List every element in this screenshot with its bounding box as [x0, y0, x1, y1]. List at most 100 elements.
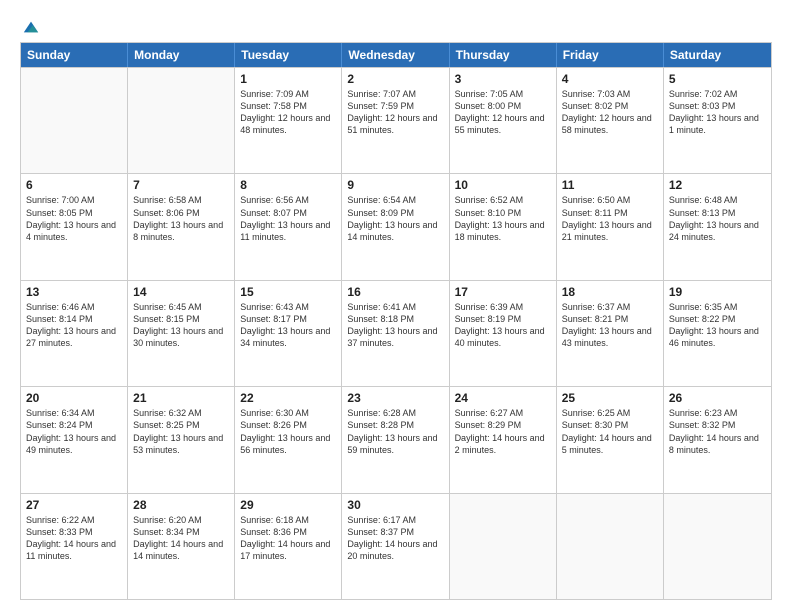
- table-row: 19 Sunrise: 6:35 AM Sunset: 8:22 PM Dayli…: [664, 281, 771, 386]
- table-row: 24 Sunrise: 6:27 AM Sunset: 8:29 PM Dayli…: [450, 387, 557, 492]
- calendar-row-3: 13 Sunrise: 6:46 AM Sunset: 8:14 PM Dayli…: [21, 280, 771, 386]
- day-info: Sunrise: 6:20 AM Sunset: 8:34 PM Dayligh…: [133, 515, 223, 561]
- day-info: Sunrise: 6:34 AM Sunset: 8:24 PM Dayligh…: [26, 408, 116, 454]
- table-row: 27Sunrise: 6:22 AM Sunset: 8:33 PM Dayli…: [21, 494, 128, 599]
- table-row: 26 Sunrise: 6:23 AM Sunset: 8:32 PM Dayli…: [664, 387, 771, 492]
- day-number: 16: [347, 285, 443, 299]
- day-number: 24: [455, 391, 551, 405]
- day-info: Sunrise: 6:41 AM Sunset: 8:18 PM Dayligh…: [347, 302, 437, 348]
- table-row: 1 Sunrise: 7:09 AM Sunset: 7:58 PM Daylig…: [235, 68, 342, 173]
- day-number: 18: [562, 285, 658, 299]
- table-row: [128, 68, 235, 173]
- day-info: Sunrise: 6:46 AM Sunset: 8:14 PM Dayligh…: [26, 302, 116, 348]
- table-row: [450, 494, 557, 599]
- day-info: Sunrise: 7:05 AM Sunset: 8:00 PM Dayligh…: [455, 89, 545, 135]
- day-info: Sunrise: 6:52 AM Sunset: 8:10 PM Dayligh…: [455, 195, 545, 241]
- table-row: 28 Sunrise: 6:20 AM Sunset: 8:34 PM Dayli…: [128, 494, 235, 599]
- table-row: 10 Sunrise: 6:52 AM Sunset: 8:10 PM Dayli…: [450, 174, 557, 279]
- calendar-body: 1 Sunrise: 7:09 AM Sunset: 7:58 PM Daylig…: [21, 67, 771, 599]
- table-row: 23 Sunrise: 6:28 AM Sunset: 8:28 PM Dayli…: [342, 387, 449, 492]
- day-number: 13: [26, 285, 122, 299]
- day-info: Sunrise: 6:17 AM Sunset: 8:37 PM Dayligh…: [347, 515, 437, 561]
- day-number: 29: [240, 498, 336, 512]
- day-number: 25: [562, 391, 658, 405]
- day-number: 30: [347, 498, 443, 512]
- day-info: Sunrise: 6:18 AM Sunset: 8:36 PM Dayligh…: [240, 515, 330, 561]
- day-number: 26: [669, 391, 766, 405]
- table-row: 3 Sunrise: 7:05 AM Sunset: 8:00 PM Daylig…: [450, 68, 557, 173]
- header-day-saturday: Saturday: [664, 43, 771, 67]
- logo-icon: [22, 18, 40, 36]
- table-row: 12 Sunrise: 6:48 AM Sunset: 8:13 PM Dayli…: [664, 174, 771, 279]
- day-number: 11: [562, 178, 658, 192]
- day-number: 8: [240, 178, 336, 192]
- day-number: 6: [26, 178, 122, 192]
- calendar-row-4: 20 Sunrise: 6:34 AM Sunset: 8:24 PM Dayli…: [21, 386, 771, 492]
- day-info: Sunrise: 7:00 AM Sunset: 8:05 PM Dayligh…: [26, 195, 116, 241]
- table-row: 14 Sunrise: 6:45 AM Sunset: 8:15 PM Dayli…: [128, 281, 235, 386]
- day-number: 27: [26, 498, 122, 512]
- day-number: 10: [455, 178, 551, 192]
- header-day-friday: Friday: [557, 43, 664, 67]
- header: [20, 18, 772, 32]
- day-number: 3: [455, 72, 551, 86]
- day-info: Sunrise: 6:27 AM Sunset: 8:29 PM Dayligh…: [455, 408, 545, 454]
- table-row: 25Sunrise: 6:25 AM Sunset: 8:30 PM Dayli…: [557, 387, 664, 492]
- day-info: Sunrise: 6:43 AM Sunset: 8:17 PM Dayligh…: [240, 302, 330, 348]
- table-row: 15 Sunrise: 6:43 AM Sunset: 8:17 PM Dayli…: [235, 281, 342, 386]
- day-info: Sunrise: 6:39 AM Sunset: 8:19 PM Dayligh…: [455, 302, 545, 348]
- header-day-tuesday: Tuesday: [235, 43, 342, 67]
- day-number: 22: [240, 391, 336, 405]
- table-row: 29 Sunrise: 6:18 AM Sunset: 8:36 PM Dayli…: [235, 494, 342, 599]
- day-number: 9: [347, 178, 443, 192]
- table-row: 9 Sunrise: 6:54 AM Sunset: 8:09 PM Daylig…: [342, 174, 449, 279]
- day-info: Sunrise: 6:37 AM Sunset: 8:21 PM Dayligh…: [562, 302, 652, 348]
- day-number: 28: [133, 498, 229, 512]
- day-info: Sunrise: 6:58 AM Sunset: 8:06 PM Dayligh…: [133, 195, 223, 241]
- day-info: Sunrise: 6:48 AM Sunset: 8:13 PM Dayligh…: [669, 195, 759, 241]
- day-info: Sunrise: 7:07 AM Sunset: 7:59 PM Dayligh…: [347, 89, 437, 135]
- table-row: 16 Sunrise: 6:41 AM Sunset: 8:18 PM Dayli…: [342, 281, 449, 386]
- table-row: 2 Sunrise: 7:07 AM Sunset: 7:59 PM Daylig…: [342, 68, 449, 173]
- table-row: 20 Sunrise: 6:34 AM Sunset: 8:24 PM Dayli…: [21, 387, 128, 492]
- table-row: 8 Sunrise: 6:56 AM Sunset: 8:07 PM Daylig…: [235, 174, 342, 279]
- calendar-row-1: 1 Sunrise: 7:09 AM Sunset: 7:58 PM Daylig…: [21, 67, 771, 173]
- logo: [20, 18, 40, 32]
- table-row: 18 Sunrise: 6:37 AM Sunset: 8:21 PM Dayli…: [557, 281, 664, 386]
- table-row: 5Sunrise: 7:02 AM Sunset: 8:03 PM Daylig…: [664, 68, 771, 173]
- day-number: 14: [133, 285, 229, 299]
- calendar-header: SundayMondayTuesdayWednesdayThursdayFrid…: [21, 43, 771, 67]
- day-info: Sunrise: 6:56 AM Sunset: 8:07 PM Dayligh…: [240, 195, 330, 241]
- header-day-thursday: Thursday: [450, 43, 557, 67]
- day-info: Sunrise: 7:02 AM Sunset: 8:03 PM Dayligh…: [669, 89, 759, 135]
- day-number: 17: [455, 285, 551, 299]
- day-number: 4: [562, 72, 658, 86]
- day-info: Sunrise: 6:50 AM Sunset: 8:11 PM Dayligh…: [562, 195, 652, 241]
- day-number: 15: [240, 285, 336, 299]
- table-row: 6 Sunrise: 7:00 AM Sunset: 8:05 PM Daylig…: [21, 174, 128, 279]
- table-row: 4 Sunrise: 7:03 AM Sunset: 8:02 PM Daylig…: [557, 68, 664, 173]
- day-number: 23: [347, 391, 443, 405]
- header-day-monday: Monday: [128, 43, 235, 67]
- table-row: 17 Sunrise: 6:39 AM Sunset: 8:19 PM Dayli…: [450, 281, 557, 386]
- day-info: Sunrise: 6:23 AM Sunset: 8:32 PM Dayligh…: [669, 408, 759, 454]
- day-number: 2: [347, 72, 443, 86]
- table-row: 13 Sunrise: 6:46 AM Sunset: 8:14 PM Dayli…: [21, 281, 128, 386]
- day-number: 20: [26, 391, 122, 405]
- day-info: Sunrise: 6:30 AM Sunset: 8:26 PM Dayligh…: [240, 408, 330, 454]
- header-day-wednesday: Wednesday: [342, 43, 449, 67]
- calendar-row-2: 6 Sunrise: 7:00 AM Sunset: 8:05 PM Daylig…: [21, 173, 771, 279]
- header-day-sunday: Sunday: [21, 43, 128, 67]
- day-info: Sunrise: 7:03 AM Sunset: 8:02 PM Dayligh…: [562, 89, 652, 135]
- day-info: Sunrise: 6:35 AM Sunset: 8:22 PM Dayligh…: [669, 302, 759, 348]
- table-row: 11 Sunrise: 6:50 AM Sunset: 8:11 PM Dayli…: [557, 174, 664, 279]
- day-info: Sunrise: 6:28 AM Sunset: 8:28 PM Dayligh…: [347, 408, 437, 454]
- day-number: 1: [240, 72, 336, 86]
- day-info: Sunrise: 7:09 AM Sunset: 7:58 PM Dayligh…: [240, 89, 330, 135]
- day-number: 12: [669, 178, 766, 192]
- day-info: Sunrise: 6:54 AM Sunset: 8:09 PM Dayligh…: [347, 195, 437, 241]
- day-info: Sunrise: 6:32 AM Sunset: 8:25 PM Dayligh…: [133, 408, 223, 454]
- day-number: 19: [669, 285, 766, 299]
- day-info: Sunrise: 6:45 AM Sunset: 8:15 PM Dayligh…: [133, 302, 223, 348]
- calendar: SundayMondayTuesdayWednesdayThursdayFrid…: [20, 42, 772, 600]
